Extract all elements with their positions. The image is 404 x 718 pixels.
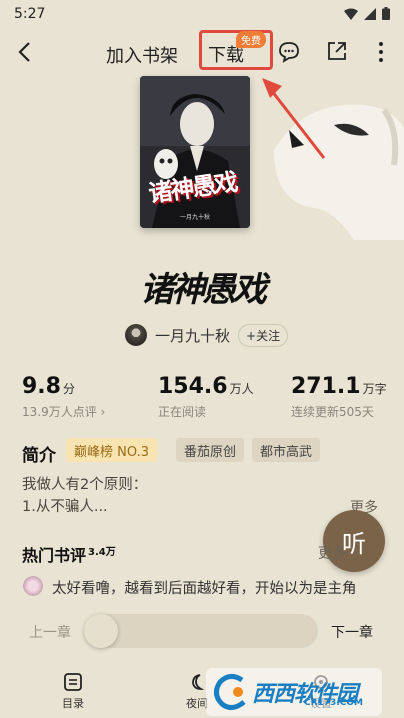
- reviews-more-link[interactable]: 更多: [318, 543, 346, 563]
- reviewer-avatar: [22, 576, 44, 598]
- wifi-icon: [344, 8, 358, 20]
- follow-button[interactable]: +关注: [238, 323, 289, 347]
- review-item[interactable]: 太好看噜，越看到后面越好看，开始以为是主角: [22, 576, 357, 598]
- words-unit: 万字: [362, 382, 387, 396]
- free-badge: 免费: [236, 31, 266, 48]
- chapter-progress-slider[interactable]: [84, 614, 318, 648]
- readers-unit: 万人: [229, 382, 254, 396]
- watermark-logo-icon: [214, 674, 246, 710]
- intro-line-2: 1.从不骗人...: [22, 499, 108, 515]
- intro-heading: 简介: [22, 446, 56, 466]
- nav-catalog[interactable]: 目录: [62, 672, 84, 711]
- previous-chapter-button[interactable]: 上一章: [29, 622, 71, 642]
- catalog-icon: [64, 673, 82, 691]
- readers-value: 154.6: [158, 374, 228, 399]
- rating-count: 13.9万人点评 ›: [22, 405, 106, 419]
- back-arrow-icon[interactable]: [14, 40, 38, 64]
- comment-icon[interactable]: [277, 40, 301, 64]
- status-icons: [344, 7, 390, 20]
- author-row: 一月九十秋 +关注: [125, 323, 289, 347]
- site-watermark: 西西软件园 CR173.COM: [206, 668, 382, 716]
- nav-night-mode[interactable]: 夜间: [186, 672, 208, 711]
- battery-icon: [382, 7, 390, 20]
- next-chapter-button[interactable]: 下一章: [331, 622, 373, 642]
- words-stat: 271.1 万字 连续更新505天: [291, 374, 387, 420]
- signal-icon: [364, 7, 376, 20]
- score-stat[interactable]: 9.8 分 13.9万人点评 ›: [22, 374, 105, 420]
- ranking-tag[interactable]: 巅峰榜 NO.3: [66, 438, 157, 462]
- update-streak: 连续更新505天: [291, 405, 374, 419]
- genre-tag-urban[interactable]: 都市高武: [252, 438, 321, 462]
- readers-stat: 154.6 万人 正在阅读: [158, 374, 254, 420]
- score-value: 9.8: [22, 374, 61, 399]
- author-name[interactable]: 一月九十秋: [155, 325, 230, 346]
- hot-reviews-count: 3.4万: [88, 546, 116, 558]
- add-to-shelf-button[interactable]: 加入书架: [106, 42, 178, 68]
- hot-reviews-label: 热门书评: [22, 546, 87, 565]
- book-title: 诸神愚戏: [140, 270, 267, 310]
- score-unit: 分: [62, 382, 75, 396]
- cover-author-text: 一月九十秋: [180, 214, 211, 221]
- review-text: 太好看噜，越看到后面越好看，开始以为是主角: [52, 580, 357, 597]
- annotation-arrow-icon: [262, 78, 326, 159]
- genre-tag-original[interactable]: 番茄原创: [176, 438, 245, 462]
- watermark-sub: CR173.COM: [304, 698, 363, 708]
- readers-label: 正在阅读: [158, 405, 207, 419]
- status-time: 5:27: [14, 6, 46, 22]
- moon-icon: [192, 674, 205, 690]
- chapter-slider-knob[interactable]: [84, 614, 118, 648]
- words-value: 271.1: [291, 374, 361, 399]
- nav-catalog-label: 目录: [62, 697, 84, 710]
- author-avatar[interactable]: [125, 324, 147, 346]
- hot-reviews-heading: 热门书评 3.4万: [22, 542, 116, 566]
- share-icon[interactable]: [326, 40, 348, 62]
- nav-night-label: 夜间: [186, 697, 208, 710]
- intro-line-1: 我做人有2个原则：: [22, 477, 148, 493]
- top-bar: 加入书架 下载 免费: [0, 30, 404, 76]
- status-bar: 5:27: [0, 0, 404, 28]
- more-options-icon[interactable]: [374, 40, 388, 64]
- intro-text[interactable]: 我做人有2个原则： 1.从不骗人...: [22, 474, 147, 518]
